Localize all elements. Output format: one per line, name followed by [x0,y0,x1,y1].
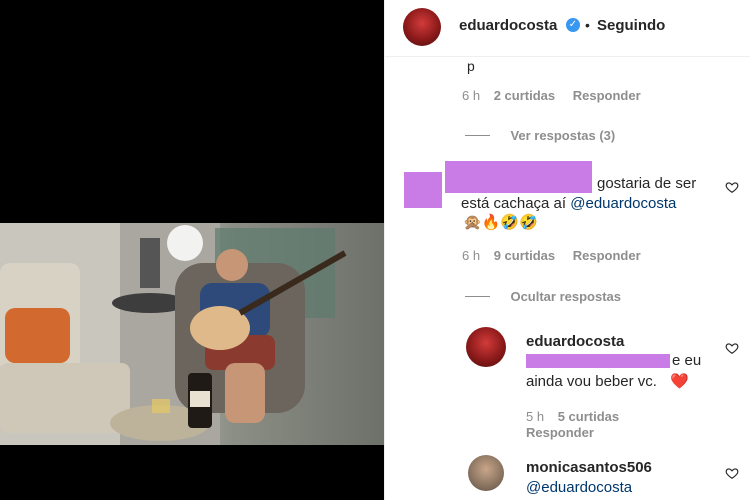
orchid [167,225,203,261]
replies-line [465,296,490,298]
commenter-avatar-redacted [404,172,442,208]
comment-likes[interactable]: 2 curtidas [494,88,555,103]
like-heart-icon[interactable] [725,466,739,480]
lamp [140,238,160,288]
post-photo [0,223,385,445]
comment-time: 6 h [462,248,481,263]
like-heart-icon[interactable] [725,341,739,355]
mention-link[interactable]: @eduardocosta [570,195,676,212]
reply-button[interactable]: Responder [573,88,641,103]
post-header: eduardocosta ✓ • Seguindo [385,0,750,57]
comment-emojis: 🙊🔥🤣🤣 [463,214,538,231]
post-media[interactable] [0,0,385,500]
hide-replies-toggle[interactable]: Ocultar respostas [465,288,621,306]
hide-replies-label: Ocultar respostas [510,289,621,304]
author-avatar[interactable] [403,8,441,46]
reply-button[interactable]: Responder [526,425,594,440]
view-replies-toggle[interactable]: Ver respostas (3) [465,127,615,145]
red-heart-emoji: ❤️ [670,373,689,390]
man-head [216,249,248,281]
comment-time: 6 h [462,88,481,103]
comment-meta: 6 h 2 curtidas Responder [462,88,641,103]
reply-time: 5 h [526,409,545,424]
reply-meta: 5 h 5 curtidas [526,409,619,424]
like-heart-icon[interactable] [725,180,739,194]
reply-author-avatar[interactable] [466,327,506,367]
orange-pillow [5,308,70,363]
photo-scene-illustration [0,223,347,445]
comments-panel: eduardocosta ✓ • Seguindo p 6 h 2 curtid… [384,0,750,500]
reply-likes[interactable]: 5 curtidas [558,409,619,424]
reply-text-tail: e eu [672,352,702,369]
comment-meta: 6 h 9 curtidas Responder [462,248,641,263]
reply-text-redacted [526,354,670,368]
mention-link[interactable]: @eduardocosta [526,478,632,498]
reply-button[interactable]: Responder [573,248,641,263]
man-legs [225,363,265,423]
comment-likes[interactable]: 9 curtidas [494,248,555,263]
reply-username[interactable]: eduardocosta [526,333,624,350]
glass [152,399,170,413]
verified-badge-icon: ✓ [566,18,580,32]
reply-text-line2: ainda vou beber vc. [526,373,657,390]
cutoff-comment-text: p [467,58,475,74]
bottle-label [190,391,210,407]
monica-avatar[interactable] [468,455,504,491]
replies-line [465,135,490,137]
separator-dot: • [585,17,590,33]
comment-username[interactable]: monicasantos506 [526,459,652,476]
comment-text: gostaria de ser está cachaça aí @eduardo… [461,174,711,214]
follow-status-button[interactable]: Seguindo [597,17,665,34]
author-username[interactable]: eduardocosta [459,17,557,34]
view-replies-label: Ver respostas (3) [510,128,616,143]
